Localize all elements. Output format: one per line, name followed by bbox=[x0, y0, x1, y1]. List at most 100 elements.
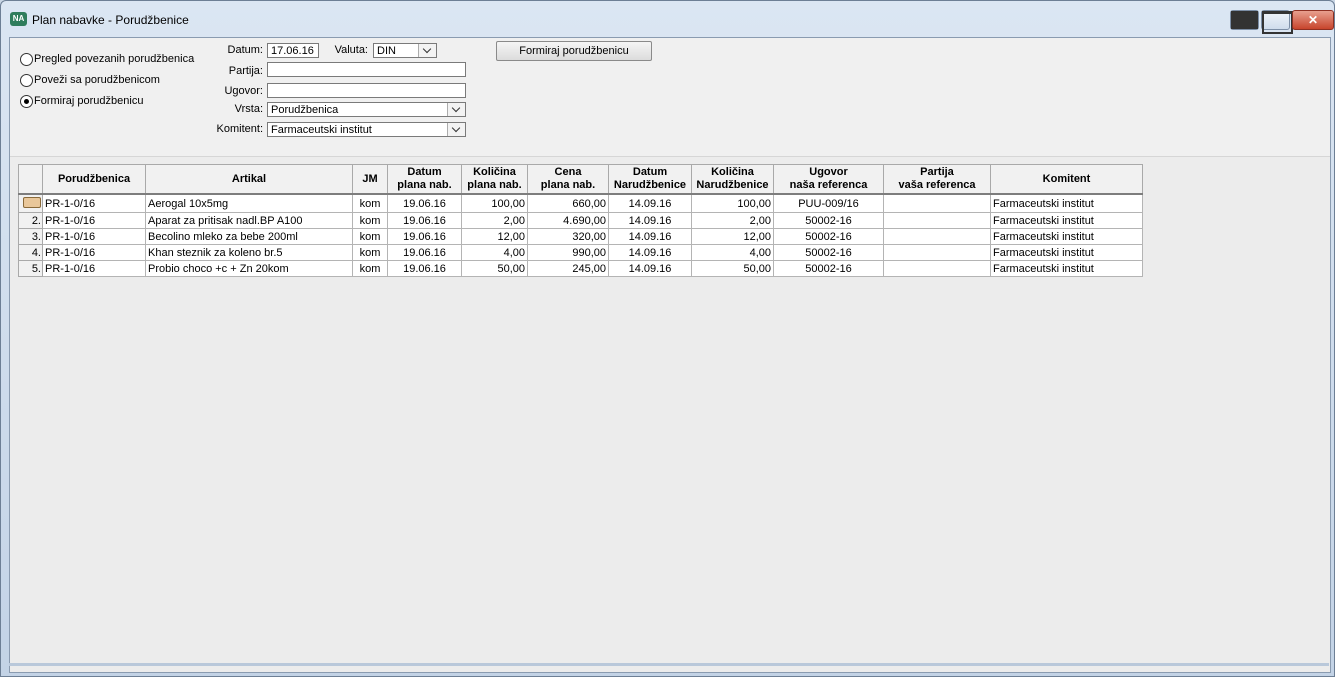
column-header[interactable]: Porudžbenica bbox=[42, 164, 146, 195]
cell-partija[interactable] bbox=[883, 260, 991, 277]
cell-kolicina-nar[interactable]: 50,00 bbox=[691, 260, 774, 277]
cell-artikal[interactable]: Aerogal 10x5mg bbox=[145, 193, 353, 213]
cell-ugovor[interactable]: 50002-16 bbox=[773, 260, 884, 277]
cell-kolicina-plana[interactable]: 2,00 bbox=[461, 212, 528, 229]
cell-cena-plana[interactable]: 320,00 bbox=[527, 228, 609, 245]
cell-ugovor[interactable]: 50002-16 bbox=[773, 244, 884, 261]
partija-field[interactable] bbox=[267, 62, 466, 77]
cell-kolicina-nar[interactable]: 4,00 bbox=[691, 244, 774, 261]
cell-jm[interactable]: kom bbox=[352, 193, 388, 213]
cell-kolicina-plana[interactable]: 12,00 bbox=[461, 228, 528, 245]
cell-komitent[interactable]: Farmaceutski institut bbox=[990, 244, 1143, 261]
cell-kolicina-plana[interactable]: 100,00 bbox=[461, 193, 528, 213]
column-header[interactable]: Partija vaša referenca bbox=[883, 164, 991, 195]
komitent-combo[interactable]: Farmaceutski institut bbox=[267, 122, 466, 137]
cell-komitent[interactable]: Farmaceutski institut bbox=[990, 193, 1143, 213]
close-button[interactable]: ✕ bbox=[1292, 10, 1334, 30]
datum-label: Datum: bbox=[227, 44, 263, 56]
cell-komitent[interactable]: Farmaceutski institut bbox=[990, 260, 1143, 277]
column-header[interactable]: Komitent bbox=[990, 164, 1143, 195]
cell-kolicina-nar[interactable]: 2,00 bbox=[691, 212, 774, 229]
cell-kolicina-nar[interactable]: 12,00 bbox=[691, 228, 774, 245]
cell-partija[interactable] bbox=[883, 244, 991, 261]
cell-cena-plana[interactable]: 245,00 bbox=[527, 260, 609, 277]
cell-datum-nar[interactable]: 14.09.16 bbox=[608, 228, 692, 245]
cell-datum-plana[interactable]: 19.06.16 bbox=[387, 193, 462, 213]
cell-partija[interactable] bbox=[883, 212, 991, 229]
minimize-button[interactable] bbox=[1230, 10, 1259, 30]
cell-datum-nar[interactable]: 14.09.16 bbox=[608, 244, 692, 261]
cell-ugovor[interactable]: PUU-009/16 bbox=[773, 193, 884, 213]
cell-datum-nar[interactable]: 14.09.16 bbox=[608, 260, 692, 277]
radio-circle-pregled bbox=[20, 53, 33, 66]
row-indicator[interactable]: 2. bbox=[18, 212, 43, 229]
cell-datum-plana[interactable]: 19.06.16 bbox=[387, 244, 462, 261]
table-row[interactable]: PR-1-0/16 Aerogal 10x5mg kom 19.06.16 100,00… bbox=[18, 193, 1143, 213]
maximize-button[interactable] bbox=[1261, 10, 1293, 34]
row-indicator[interactable]: 3. bbox=[18, 228, 43, 245]
vrsta-combo[interactable]: Porudžbenica bbox=[267, 102, 466, 117]
column-header[interactable]: Količina plana nab. bbox=[461, 164, 528, 195]
row-indicator[interactable]: 4. bbox=[18, 244, 43, 261]
ugovor-field[interactable] bbox=[267, 83, 466, 98]
column-header-line1: Ugovor bbox=[809, 166, 848, 178]
column-header[interactable]: Artikal bbox=[145, 164, 353, 195]
column-header[interactable]: Količina Narudžbenice bbox=[691, 164, 774, 195]
valuta-combo[interactable]: DIN bbox=[373, 43, 437, 58]
cell-artikal[interactable]: Aparat za pritisak nadl.BP A100 bbox=[145, 212, 353, 229]
column-header-line2: vaša referenca bbox=[898, 179, 976, 191]
cell-artikal[interactable]: Khan steznik za koleno br.5 bbox=[145, 244, 353, 261]
app-logo-icon: NA bbox=[10, 12, 27, 26]
column-header[interactable]: Ugovor naša referenca bbox=[773, 164, 884, 195]
title-bar[interactable]: NA Plan nabavke - Porudžbenice ✕ bbox=[1, 1, 1334, 37]
cell-ugovor[interactable]: 50002-16 bbox=[773, 212, 884, 229]
cell-porudzbenica[interactable]: PR-1-0/16 bbox=[42, 244, 146, 261]
cell-kolicina-plana[interactable]: 4,00 bbox=[461, 244, 528, 261]
cell-kolicina-plana[interactable]: 50,00 bbox=[461, 260, 528, 277]
cell-cena-plana[interactable]: 990,00 bbox=[527, 244, 609, 261]
table-row[interactable]: 5. PR-1-0/16 Probio choco +c + Zn 20kom kom… bbox=[18, 260, 1143, 277]
cell-komitent[interactable]: Farmaceutski institut bbox=[990, 228, 1143, 245]
datum-field[interactable]: 17.06.16 bbox=[267, 43, 319, 58]
radio-label-pregled: Pregled povezanih porudžbenica bbox=[34, 53, 195, 65]
column-header-line2: Narudžbenice bbox=[613, 179, 687, 191]
cell-jm[interactable]: kom bbox=[352, 228, 388, 245]
chevron-down-icon[interactable] bbox=[447, 123, 465, 136]
cell-datum-nar[interactable]: 14.09.16 bbox=[608, 193, 692, 213]
cell-artikal[interactable]: Becolino mleko za bebe 200ml bbox=[145, 228, 353, 245]
column-header[interactable]: Datum Narudžbenice bbox=[608, 164, 692, 195]
cell-porudzbenica[interactable]: PR-1-0/16 bbox=[42, 228, 146, 245]
cell-datum-plana[interactable]: 19.06.16 bbox=[387, 260, 462, 277]
column-header-line2: Narudžbenice bbox=[696, 179, 769, 191]
cell-komitent[interactable]: Farmaceutski institut bbox=[990, 212, 1143, 229]
cell-partija[interactable] bbox=[883, 193, 991, 213]
cell-jm[interactable]: kom bbox=[352, 260, 388, 277]
chevron-down-icon[interactable] bbox=[418, 44, 436, 57]
cell-artikal[interactable]: Probio choco +c + Zn 20kom bbox=[145, 260, 353, 277]
table-row[interactable]: 2. PR-1-0/16 Aparat za pritisak nadl.BP A1… bbox=[18, 212, 1143, 229]
cell-jm[interactable]: kom bbox=[352, 212, 388, 229]
cell-cena-plana[interactable]: 660,00 bbox=[527, 193, 609, 213]
cell-datum-plana[interactable]: 19.06.16 bbox=[387, 212, 462, 229]
cell-datum-nar[interactable]: 14.09.16 bbox=[608, 212, 692, 229]
cell-ugovor[interactable]: 50002-16 bbox=[773, 228, 884, 245]
cell-datum-plana[interactable]: 19.06.16 bbox=[387, 228, 462, 245]
column-header-line1: Količina bbox=[711, 166, 754, 178]
row-indicator[interactable] bbox=[18, 193, 43, 213]
formiraj-porudzbenicu-button[interactable]: Formiraj porudžbenicu bbox=[496, 41, 652, 61]
cell-kolicina-nar[interactable]: 100,00 bbox=[691, 193, 774, 213]
column-header[interactable]: Cena plana nab. bbox=[527, 164, 609, 195]
cell-jm[interactable]: kom bbox=[352, 244, 388, 261]
cell-partija[interactable] bbox=[883, 228, 991, 245]
column-header-line1: Komitent bbox=[1042, 172, 1091, 185]
cell-porudzbenica[interactable]: PR-1-0/16 bbox=[42, 260, 146, 277]
cell-porudzbenica[interactable]: PR-1-0/16 bbox=[42, 212, 146, 229]
row-indicator[interactable]: 5. bbox=[18, 260, 43, 277]
table-row[interactable]: 4. PR-1-0/16 Khan steznik za koleno br.5 ko… bbox=[18, 244, 1143, 261]
column-header[interactable]: Datum plana nab. bbox=[387, 164, 462, 195]
table-row[interactable]: 3. PR-1-0/16 Becolino mleko za bebe 200ml k… bbox=[18, 228, 1143, 245]
column-header[interactable]: JM bbox=[352, 164, 388, 195]
cell-cena-plana[interactable]: 4.690,00 bbox=[527, 212, 609, 229]
chevron-down-icon[interactable] bbox=[447, 103, 465, 116]
cell-porudzbenica[interactable]: PR-1-0/16 bbox=[42, 193, 146, 213]
